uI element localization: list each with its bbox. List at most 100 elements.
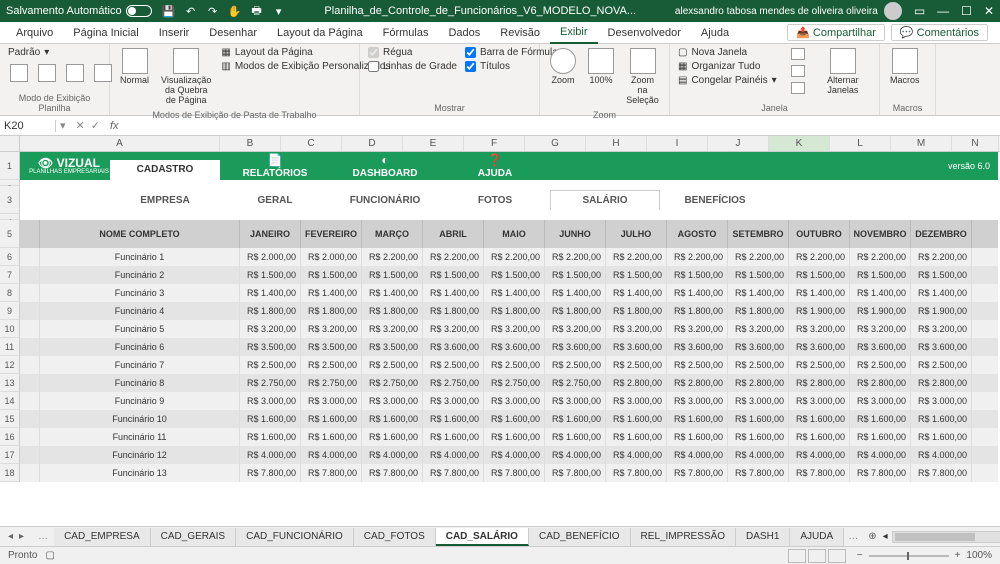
cell-value[interactable]: R$ 1.600,00 <box>667 428 728 446</box>
cell-value[interactable]: R$ 2.200,00 <box>423 248 484 266</box>
cell-value[interactable]: R$ 7.800,00 <box>423 464 484 482</box>
cell-value[interactable]: R$ 2.800,00 <box>850 374 911 392</box>
sheet-tab-ajuda[interactable]: AJUDA <box>790 528 844 546</box>
cell-value[interactable]: R$ 7.800,00 <box>667 464 728 482</box>
cell-value[interactable]: R$ 7.800,00 <box>240 464 301 482</box>
cell-value[interactable]: R$ 1.600,00 <box>240 428 301 446</box>
sheet-tab-rel_impressão[interactable]: REL_IMPRESSÃO <box>631 528 736 546</box>
zoom-level[interactable]: 100% <box>966 550 992 561</box>
cell-value[interactable]: R$ 1.800,00 <box>667 302 728 320</box>
sheet-tab-cad_fotos[interactable]: CAD_FOTOS <box>354 528 436 546</box>
switch-windows-button[interactable]: Alternar Janelas <box>813 46 873 98</box>
cell-name[interactable]: Funcinário 9 <box>40 392 240 410</box>
user-account[interactable]: alexsandro tabosa mendes de oliveira oli… <box>675 2 902 20</box>
name-box[interactable]: K20 <box>0 120 56 132</box>
ribbon-tab-exibir[interactable]: Exibir <box>550 22 598 44</box>
subnav-empresa[interactable]: EMPRESA <box>110 195 220 206</box>
cell-value[interactable]: R$ 3.600,00 <box>606 338 667 356</box>
banner-nav-cadastro[interactable]: CADASTRO <box>110 160 220 180</box>
cell-value[interactable]: R$ 2.500,00 <box>911 356 972 374</box>
cell-value[interactable]: R$ 3.500,00 <box>301 338 362 356</box>
cell-value[interactable]: R$ 7.800,00 <box>362 464 423 482</box>
cell-value[interactable]: R$ 1.400,00 <box>789 284 850 302</box>
enter-formula-icon[interactable]: ✓ <box>91 119 100 132</box>
autosave-toggle[interactable]: Salvamento Automático <box>6 5 152 17</box>
cell-value[interactable]: R$ 3.200,00 <box>423 320 484 338</box>
cell-value[interactable]: R$ 1.400,00 <box>850 284 911 302</box>
cell-value[interactable]: R$ 1.500,00 <box>667 266 728 284</box>
ribbon-options-icon[interactable]: ▭ <box>914 4 925 18</box>
cell-value[interactable]: R$ 1.600,00 <box>301 410 362 428</box>
cell-value[interactable]: R$ 3.600,00 <box>850 338 911 356</box>
ribbon-tab-dados[interactable]: Dados <box>438 22 490 44</box>
cell-value[interactable]: R$ 2.500,00 <box>606 356 667 374</box>
sheet-tab-cad_gerais[interactable]: CAD_GERAIS <box>151 528 236 546</box>
column-header-K[interactable]: K <box>769 136 830 151</box>
cell-value[interactable]: R$ 3.200,00 <box>911 320 972 338</box>
fx-icon[interactable]: fx <box>106 120 123 132</box>
cell-value[interactable]: R$ 3.200,00 <box>850 320 911 338</box>
sheet-view-default[interactable]: Padrão ▾ <box>6 46 116 59</box>
pagebreak-view-button[interactable]: Visualização da Quebra de Página <box>157 46 215 108</box>
cell-value[interactable]: R$ 4.000,00 <box>789 446 850 464</box>
cell-value[interactable]: R$ 2.800,00 <box>728 374 789 392</box>
cell-value[interactable]: R$ 2.750,00 <box>240 374 301 392</box>
column-header-M[interactable]: M <box>891 136 952 151</box>
cell-value[interactable]: R$ 3.200,00 <box>362 320 423 338</box>
cell-value[interactable]: R$ 2.200,00 <box>850 248 911 266</box>
redo-icon[interactable]: ↷ <box>206 4 220 18</box>
banner-nav-relatórios[interactable]: 📄RELATÓRIOS <box>220 153 330 179</box>
undo-icon[interactable]: ↶ <box>184 4 198 18</box>
cell-name[interactable]: Funcinário 6 <box>40 338 240 356</box>
cell-value[interactable]: R$ 2.500,00 <box>545 356 606 374</box>
pagelayout-view-icon[interactable] <box>808 549 826 563</box>
cell-value[interactable]: R$ 3.000,00 <box>728 392 789 410</box>
column-header-C[interactable]: C <box>281 136 342 151</box>
cell-value[interactable]: R$ 4.000,00 <box>484 446 545 464</box>
cell-value[interactable]: R$ 3.600,00 <box>484 338 545 356</box>
cell-value[interactable]: R$ 1.400,00 <box>606 284 667 302</box>
cell-value[interactable]: R$ 4.000,00 <box>545 446 606 464</box>
dropdown-icon[interactable]: ▾ <box>272 4 286 18</box>
zoom-selection-button[interactable]: Zoom na Seleção <box>622 46 663 108</box>
cell-value[interactable]: R$ 3.000,00 <box>545 392 606 410</box>
cell-value[interactable]: R$ 1.600,00 <box>911 410 972 428</box>
cell-value[interactable]: R$ 1.600,00 <box>606 410 667 428</box>
subnav-benefícios[interactable]: BENEFÍCIOS <box>660 195 770 206</box>
row-header[interactable]: 16 <box>0 428 20 446</box>
ribbon-tab-inserir[interactable]: Inserir <box>149 22 200 44</box>
select-all-corner[interactable] <box>0 136 20 151</box>
sheet-tab-dash1[interactable]: DASH1 <box>736 528 790 546</box>
cell-value[interactable]: R$ 7.800,00 <box>911 464 972 482</box>
arrange-all-button[interactable]: ▦ Organizar Tudo <box>676 60 779 73</box>
row-header[interactable]: 10 <box>0 320 20 338</box>
cell-value[interactable]: R$ 1.500,00 <box>423 266 484 284</box>
cell-value[interactable]: R$ 1.400,00 <box>301 284 362 302</box>
pagebreak-view-icon[interactable] <box>828 549 846 563</box>
cell-value[interactable]: R$ 2.500,00 <box>484 356 545 374</box>
cell-value[interactable]: R$ 3.000,00 <box>606 392 667 410</box>
cell-value[interactable]: R$ 3.000,00 <box>362 392 423 410</box>
share-button[interactable]: 📤 Compartilhar <box>787 24 885 41</box>
cell-value[interactable]: R$ 2.200,00 <box>728 248 789 266</box>
split-icon[interactable] <box>787 46 809 62</box>
cell-value[interactable]: R$ 1.600,00 <box>789 410 850 428</box>
column-header-F[interactable]: F <box>464 136 525 151</box>
maximize-icon[interactable]: ☐ <box>961 4 972 18</box>
column-header-G[interactable]: G <box>525 136 586 151</box>
cell-value[interactable]: R$ 1.400,00 <box>545 284 606 302</box>
cell-value[interactable]: R$ 2.200,00 <box>362 248 423 266</box>
gridlines-checkbox[interactable]: Linhas de Grade <box>366 60 459 73</box>
cell-value[interactable]: R$ 7.800,00 <box>545 464 606 482</box>
cell-name[interactable]: Funcinário 12 <box>40 446 240 464</box>
cell-value[interactable]: R$ 3.000,00 <box>667 392 728 410</box>
cell-value[interactable]: R$ 2.000,00 <box>240 248 301 266</box>
cell-value[interactable]: R$ 2.200,00 <box>606 248 667 266</box>
cell-value[interactable]: R$ 4.000,00 <box>301 446 362 464</box>
cell-value[interactable]: R$ 1.800,00 <box>362 302 423 320</box>
cell-value[interactable]: R$ 1.600,00 <box>911 428 972 446</box>
cell-name[interactable]: Funcinário 2 <box>40 266 240 284</box>
cell-value[interactable]: R$ 4.000,00 <box>667 446 728 464</box>
cell-value[interactable]: R$ 3.000,00 <box>850 392 911 410</box>
row-header[interactable]: 3 <box>0 186 20 214</box>
